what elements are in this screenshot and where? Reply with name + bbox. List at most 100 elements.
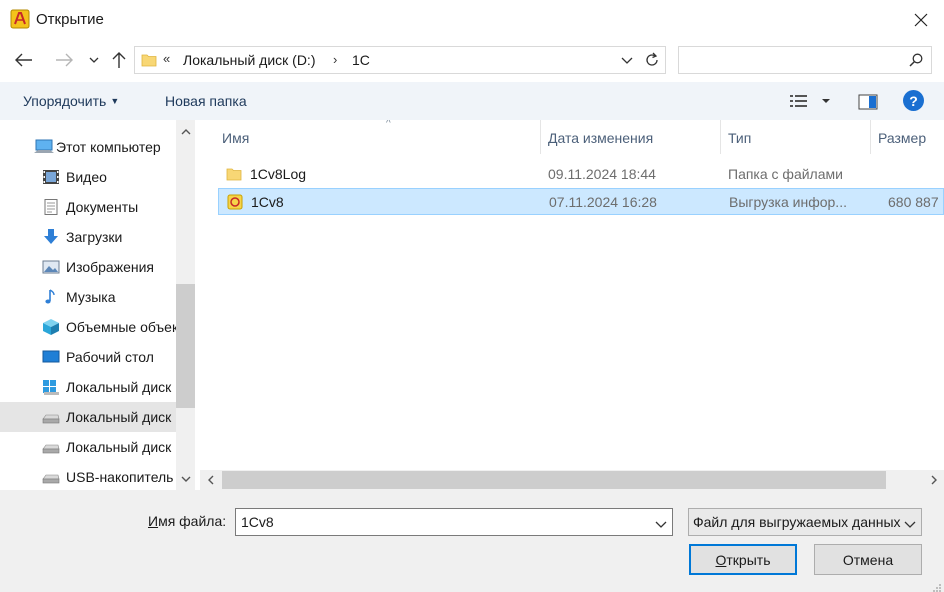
back-button[interactable] (12, 48, 36, 72)
title-bar: Открытие (0, 0, 944, 40)
access-key: О (715, 551, 727, 568)
sort-ascending-icon: ^ (386, 120, 391, 129)
video-icon (42, 169, 60, 185)
cancel-button[interactable]: Отмена (814, 544, 922, 575)
column-header-type[interactable]: Тип (720, 120, 870, 154)
folder-icon (226, 166, 242, 182)
arrow-up-icon (112, 52, 126, 68)
column-header-name[interactable]: Имя ^ (214, 120, 540, 154)
chevron-down-icon (181, 476, 190, 482)
address-bar[interactable]: « Локальный диск (D:) › 1C (134, 46, 666, 74)
address-segment-folder[interactable]: 1C (352, 52, 370, 68)
refresh-icon (646, 52, 658, 66)
label-text: мя файла: (158, 513, 227, 529)
window-title: Открытие (36, 11, 104, 28)
search-icon[interactable] (909, 53, 923, 70)
address-segment-drive[interactable]: Локальный диск (D:) (183, 52, 316, 68)
file-name-input[interactable]: 1Cv8 (241, 514, 274, 530)
nav-item-drive-d[interactable]: Локальный диск (D:) (0, 402, 176, 432)
drive-icon (42, 439, 60, 455)
nav-item-usb[interactable]: USB-накопитель (0, 462, 176, 490)
up-button[interactable] (107, 48, 131, 72)
new-folder-button[interactable]: Новая папка (165, 93, 247, 109)
file-name: 1Cv8Log (250, 166, 307, 182)
navigation-pane: Этот компьютер Видео Документы Загрузки … (0, 120, 196, 490)
folder-icon (141, 52, 157, 71)
scroll-down-button[interactable] (176, 468, 195, 490)
address-overflow-chevron[interactable]: « (163, 51, 170, 66)
scroll-thumb[interactable] (176, 284, 195, 408)
file-type-value: Файл для выгружаемых данных (693, 514, 901, 530)
scroll-left-button[interactable] (200, 470, 220, 490)
arrow-left-icon (15, 53, 32, 67)
chevron-down-icon (904, 516, 916, 532)
close-button[interactable] (898, 0, 944, 40)
nav-item-pictures[interactable]: Изображения (0, 252, 176, 282)
file-name-label: Имя файла: (148, 513, 226, 529)
refresh-button[interactable] (641, 49, 663, 71)
file-name-panel: Имя файла: 1Cv8 Файл для выгружаемых дан… (0, 490, 944, 592)
close-icon (914, 13, 928, 27)
chevron-down-icon (89, 57, 99, 63)
file-type: Выгрузка инфор... (729, 194, 847, 210)
nav-pane-scrollbar[interactable] (176, 120, 195, 490)
drive-icon (42, 409, 60, 425)
address-separator[interactable]: › (333, 52, 337, 67)
nav-label: Локальный диск (D:) (66, 409, 176, 425)
search-input[interactable] (685, 51, 895, 69)
usb-drive-icon (42, 469, 60, 485)
nav-item-music[interactable]: Музыка (0, 282, 176, 312)
scroll-thumb[interactable] (222, 471, 886, 489)
file-name: 1Cv8 (251, 194, 284, 210)
file-row[interactable]: 1Cv8 07.11.2024 16:28 Выгрузка инфор... … (218, 188, 944, 215)
windows-drive-icon (42, 379, 60, 395)
file-row[interactable]: 1Cv8Log 09.11.2024 18:44 Папка с файлами (218, 161, 944, 188)
chevron-up-icon (181, 128, 190, 134)
nav-label: Этот компьютер (56, 139, 161, 155)
preview-pane-icon (858, 94, 878, 110)
3d-objects-icon (42, 319, 60, 335)
nav-label: Изображения (66, 259, 154, 275)
nav-label: Музыка (66, 289, 116, 305)
desktop-icon (42, 349, 60, 365)
pictures-icon (42, 259, 60, 275)
nav-item-drive-other[interactable]: Локальный диск (0, 432, 176, 462)
file-type: Папка с файлами (728, 166, 843, 182)
command-bar: Упорядочить ▼ Новая папка (0, 82, 944, 120)
search-box[interactable] (678, 46, 932, 74)
nav-item-3d-objects[interactable]: Объемные объекты (0, 312, 176, 342)
nav-item-videos[interactable]: Видео (0, 162, 176, 192)
nav-item-desktop[interactable]: Рабочий стол (0, 342, 176, 372)
file-list-horizontal-scrollbar[interactable] (200, 470, 944, 490)
recent-locations-button[interactable] (82, 48, 106, 72)
nav-label: Рабочий стол (66, 349, 154, 365)
nav-item-drive-c[interactable]: Локальный диск (C:) (0, 372, 176, 402)
nav-item-this-pc[interactable]: Этот компьютер (0, 132, 176, 162)
nav-label: Локальный диск (C:) (66, 379, 176, 395)
help-button[interactable]: ? (903, 90, 924, 111)
file-name-combobox[interactable]: 1Cv8 (235, 508, 673, 536)
nav-item-documents[interactable]: Документы (0, 192, 176, 222)
preview-pane-button[interactable] (858, 93, 878, 111)
address-dropdown-button[interactable] (619, 53, 635, 69)
organize-label: Упорядочить (23, 93, 107, 109)
column-header-size[interactable]: Размер (870, 120, 944, 154)
nav-label: Загрузки (66, 229, 123, 245)
resize-grip-icon[interactable] (932, 580, 942, 592)
nav-item-downloads[interactable]: Загрузки (0, 222, 176, 252)
chevron-left-icon (207, 475, 213, 485)
organize-menu-button[interactable]: Упорядочить ▼ (23, 93, 119, 109)
1c-file-icon (227, 194, 243, 210)
column-header-date[interactable]: Дата изменения (540, 120, 720, 154)
change-view-button[interactable] (790, 93, 834, 111)
chevron-down-icon[interactable] (655, 516, 667, 532)
access-key: И (148, 513, 159, 529)
scroll-right-button[interactable] (924, 470, 944, 490)
open-button[interactable]: Открыть (689, 544, 797, 575)
file-date: 09.11.2024 18:44 (548, 166, 656, 182)
file-type-select[interactable]: Файл для выгружаемых данных (688, 508, 922, 536)
scroll-up-button[interactable] (176, 120, 195, 142)
forward-button[interactable] (52, 48, 76, 72)
arrow-right-icon (56, 53, 73, 67)
nav-label: Видео (66, 169, 107, 185)
